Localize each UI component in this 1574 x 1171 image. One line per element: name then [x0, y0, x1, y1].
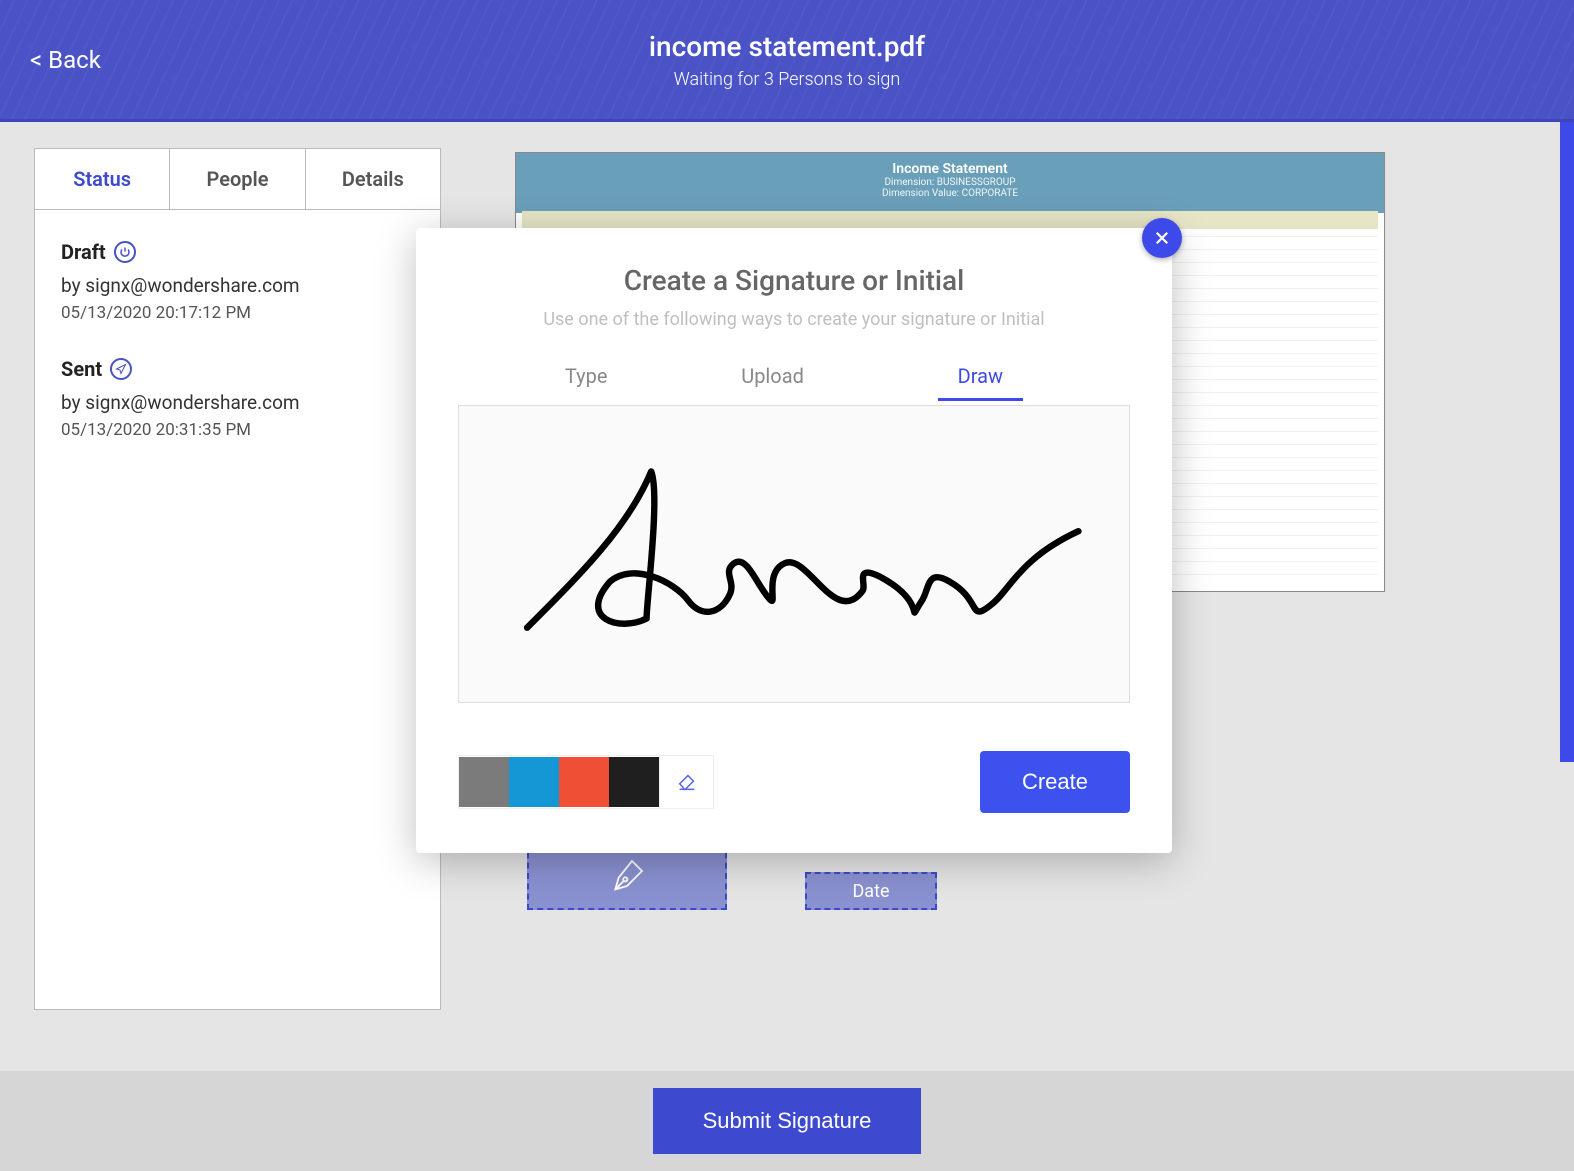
- status-label-text: Sent: [61, 357, 102, 381]
- status-label: Sent: [61, 357, 132, 381]
- signature-canvas[interactable]: [458, 405, 1130, 703]
- doc-preview-sub1: Dimension: BUSINESSGROUP: [516, 177, 1384, 188]
- app-header: < Back income statement.pdf Waiting for …: [0, 0, 1574, 122]
- tab-type[interactable]: Type: [565, 364, 608, 401]
- color-swatches: [458, 755, 714, 809]
- status-by: by signx@wondershare.com: [61, 274, 414, 297]
- doc-preview-header: Income Statement Dimension: BUSINESSGROU…: [516, 153, 1384, 213]
- tab-people[interactable]: People: [170, 149, 305, 209]
- color-black[interactable]: [609, 757, 659, 807]
- status-item-draft: Draft by signx@wondershare.com 05/13/202…: [61, 240, 414, 323]
- scrollbar[interactable]: [1560, 122, 1574, 762]
- eraser-icon[interactable]: [659, 756, 713, 808]
- create-button[interactable]: Create: [980, 751, 1130, 813]
- footer-bar: Submit Signature: [0, 1071, 1574, 1171]
- status-label-text: Draft: [61, 240, 106, 264]
- color-blue[interactable]: [509, 757, 559, 807]
- modal-title: Create a Signature or Initial: [458, 264, 1130, 297]
- doc-preview-title: Income Statement: [516, 161, 1384, 177]
- tab-upload[interactable]: Upload: [741, 364, 804, 401]
- tab-status[interactable]: Status: [35, 149, 170, 209]
- date-field[interactable]: Date: [805, 872, 937, 910]
- status-panel: Draft by signx@wondershare.com 05/13/202…: [34, 210, 441, 1010]
- document-title: income statement.pdf: [649, 30, 925, 63]
- color-red[interactable]: [559, 757, 609, 807]
- modal-subtitle: Use one of the following ways to create …: [458, 309, 1130, 330]
- status-item-sent: Sent by signx@wondershare.com 05/13/2020…: [61, 357, 414, 440]
- pen-nib-icon: [607, 856, 647, 896]
- send-icon: [110, 358, 132, 380]
- document-subtitle: Waiting for 3 Persons to sign: [649, 69, 925, 90]
- tab-details[interactable]: Details: [306, 149, 440, 209]
- close-icon[interactable]: [1142, 218, 1182, 258]
- header-titles: income statement.pdf Waiting for 3 Perso…: [649, 30, 925, 90]
- modal-footer: Create: [458, 751, 1130, 813]
- status-by: by signx@wondershare.com: [61, 391, 414, 414]
- drawn-signature: [472, 421, 1115, 687]
- sidebar: Status People Details Draft by signx@won…: [0, 122, 475, 1071]
- doc-preview-sub2: Dimension Value: CORPORATE: [516, 188, 1384, 199]
- back-button[interactable]: < Back: [30, 46, 101, 74]
- status-time: 05/13/2020 20:31:35 PM: [61, 420, 414, 440]
- status-label: Draft: [61, 240, 136, 264]
- color-gray[interactable]: [459, 757, 509, 807]
- submit-signature-button[interactable]: Submit Signature: [653, 1088, 922, 1154]
- signature-modal: Create a Signature or Initial Use one of…: [416, 228, 1172, 853]
- sidebar-tabs: Status People Details: [34, 148, 441, 210]
- modal-tabs: Type Upload Draw: [458, 364, 1130, 401]
- power-icon: [114, 241, 136, 263]
- tab-draw[interactable]: Draw: [938, 364, 1023, 401]
- status-time: 05/13/2020 20:17:12 PM: [61, 303, 414, 323]
